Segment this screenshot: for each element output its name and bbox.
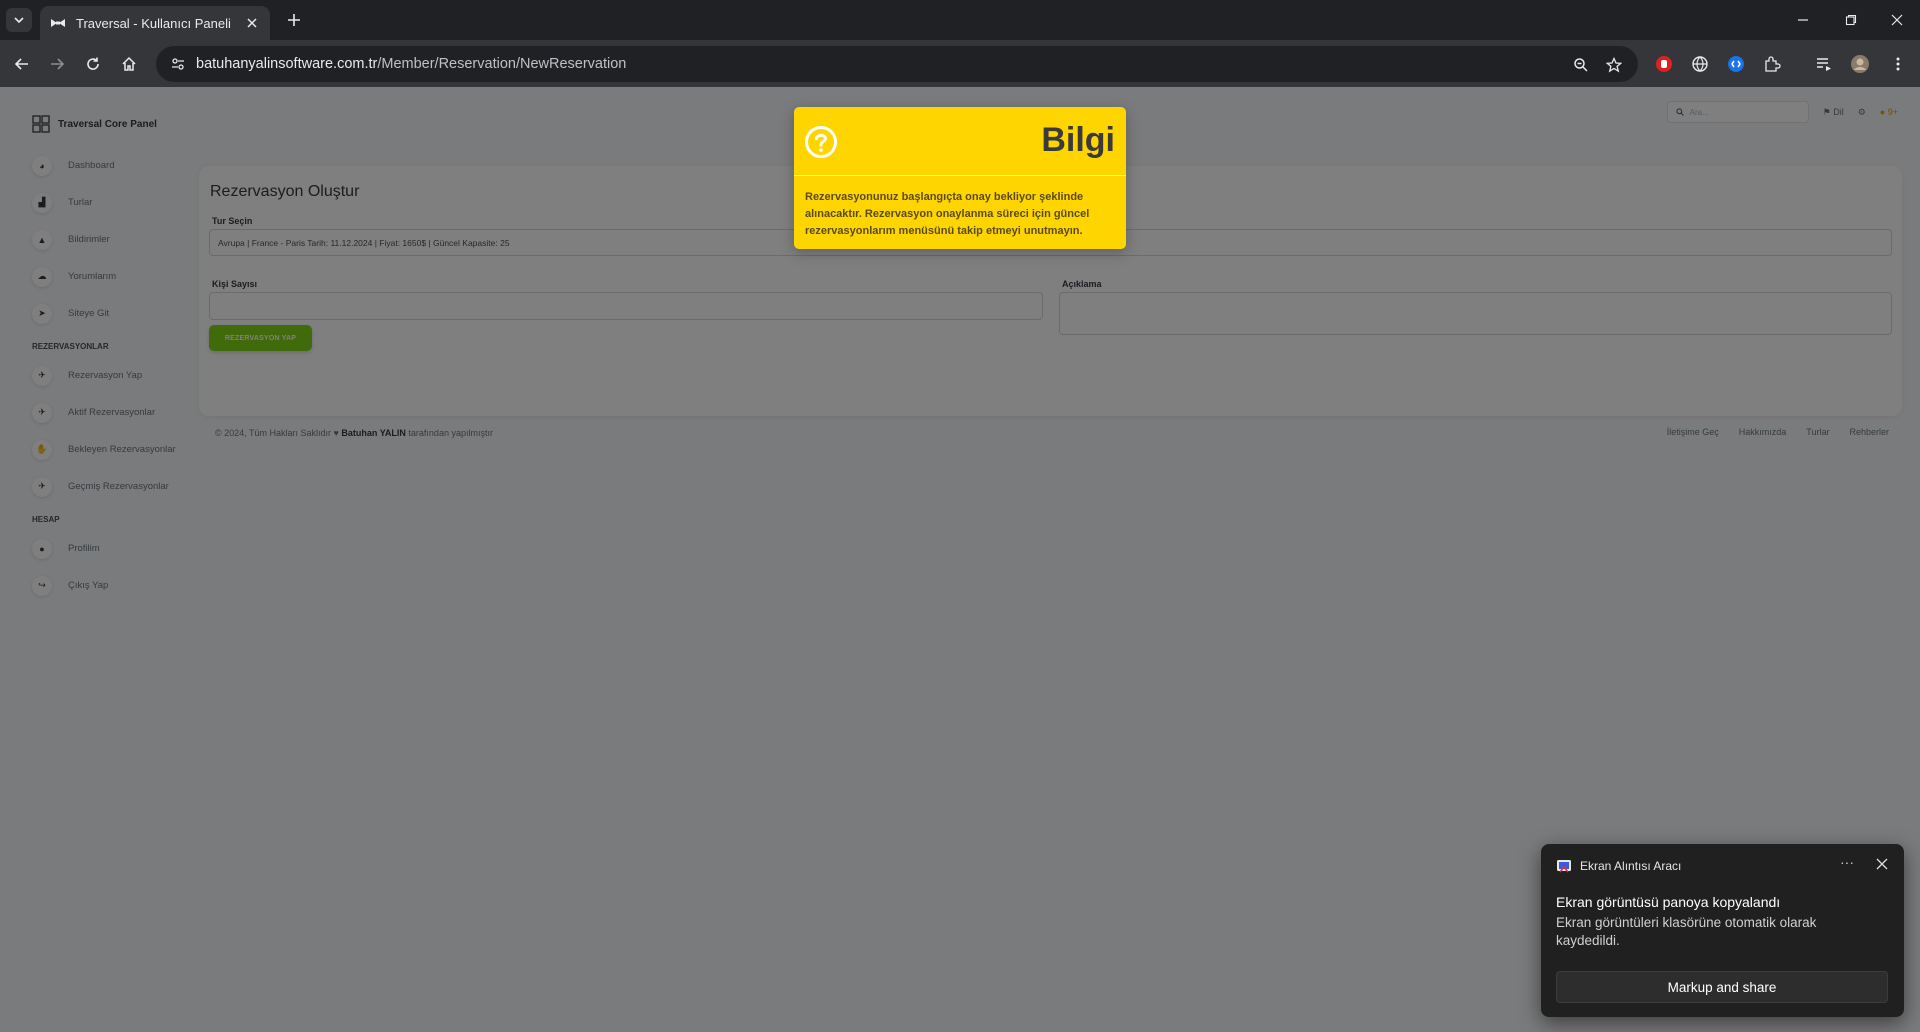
- browser-toolbar: batuhanyalinsoftware.com.tr/Member/Reser…: [0, 40, 1920, 87]
- tab-search-button[interactable]: [6, 8, 32, 32]
- toast-more-button[interactable]: ···: [1840, 854, 1854, 870]
- extensions-button[interactable]: [1760, 52, 1784, 76]
- minimize-button[interactable]: [1780, 0, 1826, 40]
- close-icon[interactable]: [1874, 856, 1890, 872]
- question-circle-icon: [805, 126, 837, 158]
- bookmark-button[interactable]: [1602, 53, 1626, 77]
- browser-menu-button[interactable]: [1886, 52, 1910, 76]
- chevron-down-icon: [14, 17, 24, 24]
- toast-body: Ekran görüntüleri klasörüne otomatik ola…: [1556, 915, 1817, 948]
- media-button[interactable]: [1812, 52, 1836, 76]
- toast-app-header: Ekran Alıntısı Aracı: [1556, 858, 1681, 874]
- tune-icon: [172, 58, 184, 70]
- reload-button[interactable]: [81, 52, 105, 76]
- globe-icon: [1692, 56, 1708, 72]
- extension-globe[interactable]: [1688, 52, 1712, 76]
- toast-title: Ekran görüntüsü panoya kopyalandı: [1556, 894, 1781, 910]
- hand-stop-icon: [1656, 56, 1672, 72]
- snipping-tool-notification[interactable]: Ekran Alıntısı Aracı ··· Ekran görüntüsü…: [1541, 844, 1904, 1017]
- arrow-right-icon: [51, 58, 65, 70]
- markup-and-share-button[interactable]: Markup and share: [1556, 971, 1888, 1003]
- shazam-icon: [1728, 56, 1744, 72]
- info-modal: Bilgi Rezervasyonunuz başlangıçta onay b…: [794, 107, 1126, 249]
- snipping-tool-icon: [1557, 860, 1571, 873]
- zoom-icon: [1574, 58, 1588, 72]
- site-info-button[interactable]: [166, 52, 190, 76]
- extension-adblock[interactable]: [1652, 52, 1676, 76]
- extension-shazam[interactable]: [1724, 52, 1748, 76]
- home-button[interactable]: [117, 52, 141, 76]
- profile-button[interactable]: [1848, 52, 1872, 76]
- new-tab-icon[interactable]: [282, 8, 306, 32]
- reload-icon: [87, 57, 99, 70]
- url-text: batuhanyalinsoftware.com.tr/Member/Reser…: [196, 56, 627, 72]
- back-button[interactable]: [10, 52, 34, 76]
- minimize-icon: [1798, 19, 1808, 21]
- tab-title: Traversal - Kullanıcı Paneli: [76, 15, 231, 31]
- modal-title: Bilgi: [1041, 121, 1115, 159]
- forward-button[interactable]: [45, 52, 69, 76]
- modal-divider: [794, 175, 1126, 176]
- restore-icon: [1845, 14, 1857, 26]
- tab-close-icon[interactable]: [244, 15, 260, 31]
- browser-tab-active[interactable]: Traversal - Kullanıcı Paneli: [40, 6, 270, 40]
- restore-button[interactable]: [1828, 0, 1874, 40]
- playlist-icon: [1817, 58, 1831, 71]
- home-icon: [122, 56, 136, 71]
- address-bar[interactable]: batuhanyalinsoftware.com.tr/Member/Reser…: [156, 46, 1638, 82]
- close-icon: [1891, 14, 1903, 26]
- zoom-button[interactable]: [1569, 53, 1593, 77]
- modal-message: Rezervasyonunuz başlangıçta onay bekliyo…: [805, 191, 1090, 237]
- arrow-left-icon: [14, 58, 28, 70]
- bowtie-favicon-icon: [51, 19, 65, 27]
- window-close-button[interactable]: [1874, 0, 1920, 40]
- avatar: [1851, 55, 1869, 73]
- puzzle-icon: [1765, 56, 1781, 72]
- browser-tabbar: Traversal - Kullanıcı Paneli: [0, 0, 1920, 40]
- more-vertical-icon: [1896, 57, 1900, 71]
- toast-app-name: Ekran Alıntısı Aracı: [1580, 859, 1682, 873]
- star-icon: [1606, 57, 1622, 73]
